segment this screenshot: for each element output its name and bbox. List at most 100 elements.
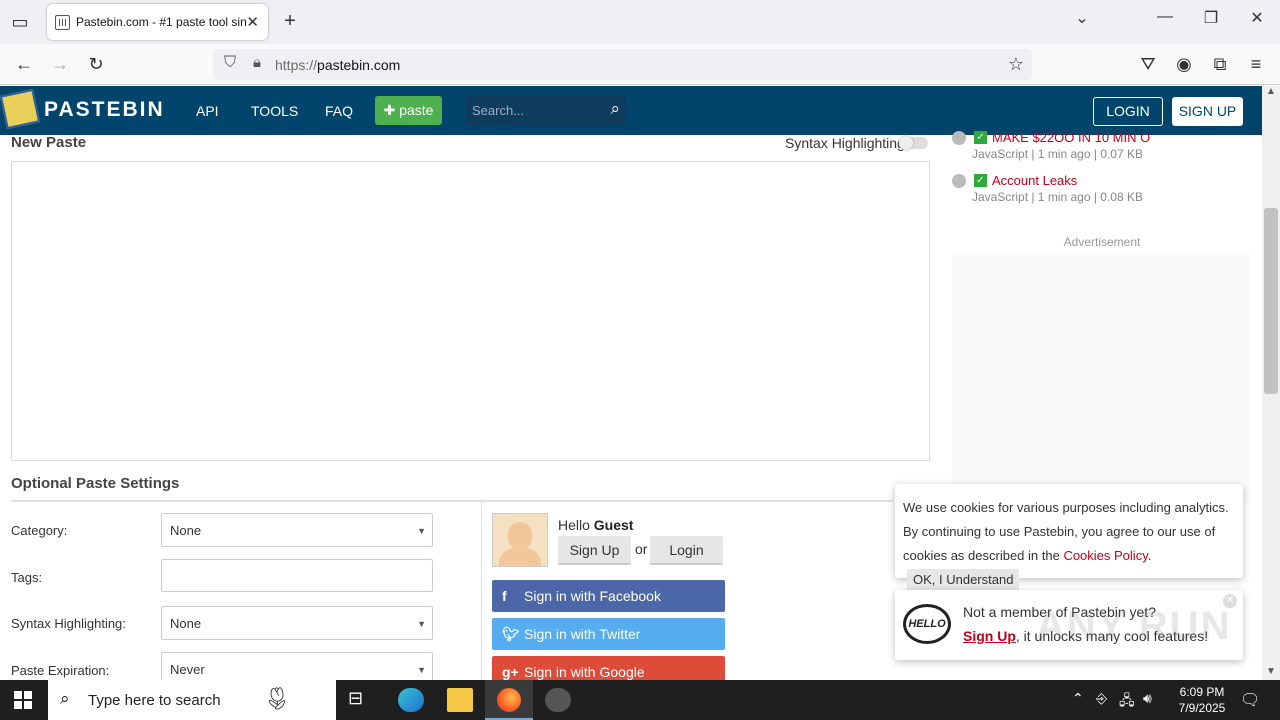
browser-tab[interactable]: Pastebin.com - #1 paste tool since 2002!… <box>47 4 268 40</box>
taskbar-clock[interactable]: 6:09 PM 7/9/2025 <box>1168 684 1236 716</box>
search-highlight-flowers-icon: 🌷︎ <box>263 686 291 711</box>
menu-api[interactable]: API <box>196 103 219 119</box>
site-logo[interactable]: PASTEBIN <box>44 98 165 122</box>
guest-greeting: Hello Guest <box>558 517 634 533</box>
category-value: None <box>170 523 202 538</box>
tags-label: Tags: <box>11 570 43 585</box>
scrollbar-thumb[interactable] <box>1264 208 1278 394</box>
expiration-label: Paste Expiration: <box>11 663 110 678</box>
back-icon[interactable]: ← <box>13 54 35 75</box>
scroll-down-icon[interactable]: ▼ <box>1266 666 1276 677</box>
firefox-taskbar-button[interactable] <box>485 680 533 720</box>
taskbar-search-input[interactable]: Type here to search <box>88 692 221 709</box>
menu-icon[interactable]: ≡ <box>1245 54 1267 75</box>
usb-icon[interactable]: ⎆ <box>1096 690 1107 707</box>
divider <box>11 500 893 502</box>
notifications-icon[interactable]: 🗨︎ <box>1240 690 1260 710</box>
new-tab-icon[interactable]: + <box>275 10 305 33</box>
scroll-up-icon[interactable]: ▲ <box>1266 86 1276 97</box>
facebook-signin-button[interactable]: f Sign in with Facebook <box>492 580 725 612</box>
browser-nav-bar: ← → ↻ ⛉ 🔒︎ https://pastebin.com ☆ ⛛ ◉ ⧉ … <box>0 44 1280 85</box>
extensions-icon[interactable]: ⧉ <box>1209 54 1231 75</box>
site-search[interactable]: Search... ⌕ <box>466 96 626 125</box>
cookies-policy-link[interactable]: Cookies Policy <box>1063 548 1147 563</box>
expiration-select[interactable]: Never ▼ <box>161 652 433 680</box>
category-label: Category: <box>11 523 68 538</box>
search-icon[interactable]: ⌕ <box>610 99 620 119</box>
advertisement-label: Advertisement <box>1063 235 1141 249</box>
dropdown-arrow-icon: ▼ <box>417 665 426 675</box>
clock-date: 7/9/2025 <box>1178 701 1226 715</box>
reload-icon[interactable]: ↻ <box>85 54 107 75</box>
new-paste-heading: New Paste <box>11 134 87 151</box>
task-view-icon[interactable]: ⊟ <box>348 688 374 712</box>
paste-link[interactable]: Account Leaks <box>992 173 1077 188</box>
watermark: ANY RUN <box>1036 604 1232 648</box>
clock-time: 6:09 PM <box>1179 685 1225 699</box>
plus-icon: ✚ <box>383 102 400 118</box>
syntax-select[interactable]: None ▼ <box>161 606 433 640</box>
signup-button[interactable]: SIGN UP <box>1172 97 1243 126</box>
guest-login-button[interactable]: Login <box>650 536 723 565</box>
tab-list-icon[interactable]: ▭ <box>9 12 31 33</box>
bookmark-star-icon[interactable]: ☆ <box>1005 54 1027 75</box>
paste-textarea[interactable] <box>11 161 930 461</box>
paste-meta: JavaScript | 1 min ago | 0.08 KB <box>972 190 1143 204</box>
globe-icon <box>952 174 966 188</box>
expiration-value: Never <box>170 662 205 677</box>
search-input[interactable]: Search... <box>472 103 524 118</box>
menu-faq[interactable]: FAQ <box>325 103 353 119</box>
tab-title: Pastebin.com - #1 paste tool since 2002! <box>76 15 246 29</box>
tray-chevron-icon[interactable]: ⌃ <box>1072 690 1084 707</box>
url-text[interactable]: https://pastebin.com <box>275 57 400 73</box>
volume-icon[interactable]: 🔊︎ <box>1143 690 1152 707</box>
pastebin-logo-icon[interactable] <box>0 88 41 130</box>
twitter-icon: 🐦︎ <box>502 626 520 642</box>
new-paste-button[interactable]: ✚ paste <box>375 96 442 125</box>
forward-icon[interactable]: → <box>49 54 71 75</box>
edge-icon[interactable] <box>398 688 424 712</box>
syntax-toggle[interactable] <box>899 136 928 150</box>
menu-tools[interactable]: TOOLS <box>251 103 298 119</box>
advertisement-box <box>952 254 1250 504</box>
hello-logo-icon: HELLO <box>903 604 951 644</box>
settings-heading: Optional Paste Settings <box>11 475 180 492</box>
site-header: PASTEBIN API TOOLS FAQ ✚ paste Search...… <box>0 86 1264 135</box>
tab-overflow-chevron-icon[interactable]: ⌄ <box>1067 8 1097 28</box>
search-icon: ⌕ <box>60 689 70 708</box>
tracking-shield-icon[interactable]: ⛉ <box>219 54 241 72</box>
dropdown-arrow-icon: ▼ <box>417 619 426 629</box>
syntax-label: Syntax Highlighting: <box>11 616 126 631</box>
pastebin-favicon-icon <box>55 14 70 30</box>
windows-start-icon[interactable] <box>14 691 32 709</box>
cookie-accept-button[interactable]: OK, I Understand <box>907 569 1020 591</box>
twitter-signin-button[interactable]: 🐦︎ Sign in with Twitter <box>492 618 725 650</box>
app-icon[interactable] <box>545 688 571 712</box>
syntax-value: None <box>170 616 202 631</box>
network-icon[interactable]: 🖧︎ <box>1119 690 1135 714</box>
paste-link[interactable]: MAKE $22OO IN 10 MIN O <box>992 130 1150 145</box>
close-window-icon[interactable]: ✕ <box>1242 8 1272 28</box>
promo-signup-link[interactable]: Sign Up <box>963 628 1016 644</box>
globe-icon <box>952 131 966 145</box>
address-bar[interactable]: ⛉ 🔒︎ https://pastebin.com ☆ <box>213 49 1032 80</box>
account-icon[interactable]: ◉ <box>1173 54 1195 75</box>
check-icon: ✓ <box>974 131 987 144</box>
pocket-icon[interactable]: ⛛ <box>1137 54 1159 75</box>
guest-signup-button[interactable]: Sign Up <box>558 536 631 565</box>
taskbar-search[interactable]: ⌕ Type here to search 🌷︎ <box>48 680 336 720</box>
avatar <box>492 513 548 567</box>
login-button[interactable]: LOGIN <box>1093 97 1163 126</box>
file-explorer-icon[interactable] <box>447 688 473 712</box>
divider <box>481 502 482 680</box>
restore-icon[interactable]: ❐ <box>1196 8 1226 28</box>
minimize-icon[interactable]: — <box>1150 8 1180 26</box>
close-tab-icon[interactable]: ✕ <box>246 13 259 31</box>
lock-icon[interactable]: 🔒︎ <box>246 54 268 71</box>
web-page: PASTEBIN API TOOLS FAQ ✚ paste Search...… <box>0 86 1264 680</box>
tags-input[interactable] <box>161 559 433 592</box>
google-signin-button[interactable]: g+ Sign in with Google <box>492 656 725 680</box>
check-icon: ✓ <box>974 174 987 187</box>
category-select[interactable]: None ▼ <box>161 513 433 547</box>
google-plus-icon: g+ <box>502 664 519 680</box>
